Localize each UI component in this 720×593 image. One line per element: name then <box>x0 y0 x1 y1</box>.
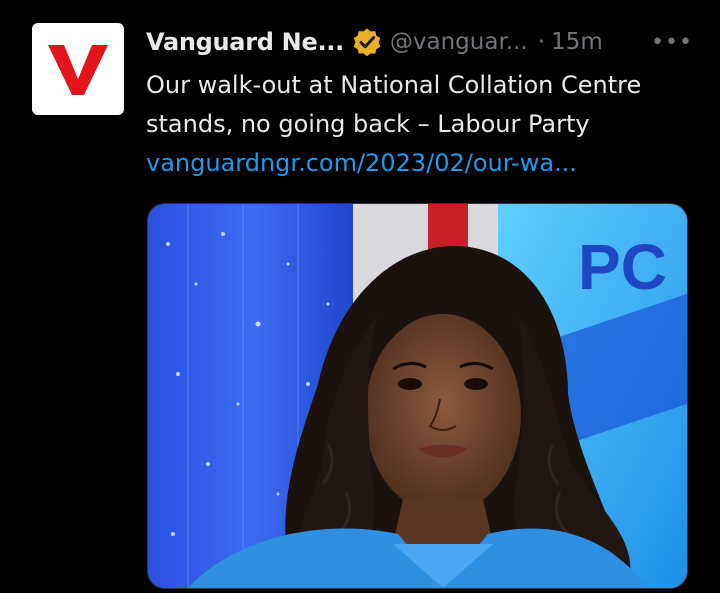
background-overlay-text: PC <box>578 231 667 303</box>
more-options-icon[interactable]: ••• <box>651 26 692 58</box>
tweet-text-line: stands, no going back – Labour Party <box>146 110 590 138</box>
tweet-header: Vanguard Ne... @vanguar... · 15m ••• <box>146 24 706 60</box>
author-display-name[interactable]: Vanguard Ne... <box>146 28 344 56</box>
tweet-card[interactable]: Vanguard Ne... @vanguar... · 15m ••• Our… <box>0 0 720 593</box>
tweet-text: Our walk-out at National Collation Centr… <box>146 66 706 183</box>
separator-dot: · <box>537 29 546 55</box>
author-handle[interactable]: @vanguar... <box>390 29 528 55</box>
timestamp[interactable]: 15m <box>551 29 603 55</box>
avatar[interactable] <box>32 23 124 115</box>
article-link[interactable]: vanguardngr.com/2023/02/our-wa... <box>146 144 706 183</box>
tweet-media-image[interactable]: PC <box>147 203 688 589</box>
tweet-text-line: Our walk-out at National Collation Centr… <box>146 71 642 99</box>
verified-badge-icon[interactable] <box>352 27 382 57</box>
vanguard-logo <box>48 45 108 95</box>
